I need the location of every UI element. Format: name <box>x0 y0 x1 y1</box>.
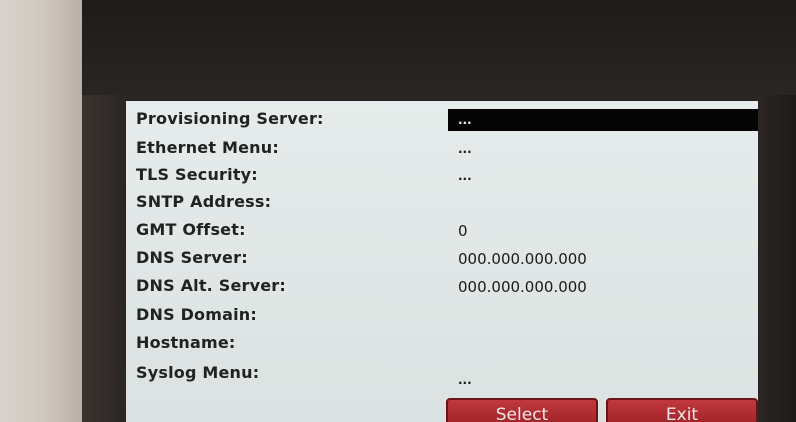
menu-item-dns-server[interactable]: DNS Server: 000.000.000.000 <box>136 248 746 274</box>
menu-item-label: TLS Security: <box>136 165 258 184</box>
menu-item-label: SNTP Address: <box>136 192 272 211</box>
exit-softkey-button[interactable]: Exit <box>606 398 758 422</box>
menu-item-dns-domain[interactable]: DNS Domain: <box>136 305 746 331</box>
menu-item-gmt-offset[interactable]: GMT Offset: 0 <box>136 220 746 246</box>
menu-item-syslog-menu[interactable]: Syslog Menu: ... <box>136 363 746 389</box>
menu-item-hostname[interactable]: Hostname: <box>136 333 746 359</box>
menu-item-label: Provisioning Server: <box>136 109 324 128</box>
menu-item-value <box>448 192 758 214</box>
menu-item-value: ... <box>458 169 472 183</box>
menu-item-value: 0 <box>458 222 468 240</box>
menu-item-value: ... <box>448 109 758 131</box>
select-softkey-button[interactable]: Select <box>446 398 598 422</box>
menu-item-value: ... <box>458 373 472 387</box>
menu-item-label: DNS Domain: <box>136 305 257 324</box>
menu-item-tls-security[interactable]: TLS Security: ... <box>136 165 746 191</box>
menu-item-dns-alt-server[interactable]: DNS Alt. Server: 000.000.000.000 <box>136 276 746 302</box>
menu-item-value: ... <box>458 142 472 156</box>
menu-item-ethernet-menu[interactable]: Ethernet Menu: ... <box>136 138 746 164</box>
device-bezel-left <box>82 95 128 422</box>
menu-item-value: 000.000.000.000 <box>458 250 587 268</box>
menu-item-sntp-address[interactable]: SNTP Address: <box>136 192 746 218</box>
menu-item-value <box>448 333 758 355</box>
menu-item-label: Syslog Menu: <box>136 363 260 382</box>
menu-item-label: DNS Alt. Server: <box>136 276 286 295</box>
phone-display: Provisioning Server: ... Ethernet Menu: … <box>126 101 758 422</box>
menu-item-label: Hostname: <box>136 333 236 352</box>
menu-item-label: Ethernet Menu: <box>136 138 279 157</box>
menu-item-value: 000.000.000.000 <box>458 278 587 296</box>
menu-item-value <box>448 305 758 327</box>
menu-item-label: GMT Offset: <box>136 220 246 239</box>
device-bezel-top <box>82 0 796 100</box>
background-wall <box>0 0 82 422</box>
device-bezel-right <box>760 95 796 422</box>
menu-item-provisioning-server[interactable]: Provisioning Server: ... <box>136 109 758 135</box>
menu-item-label: DNS Server: <box>136 248 248 267</box>
